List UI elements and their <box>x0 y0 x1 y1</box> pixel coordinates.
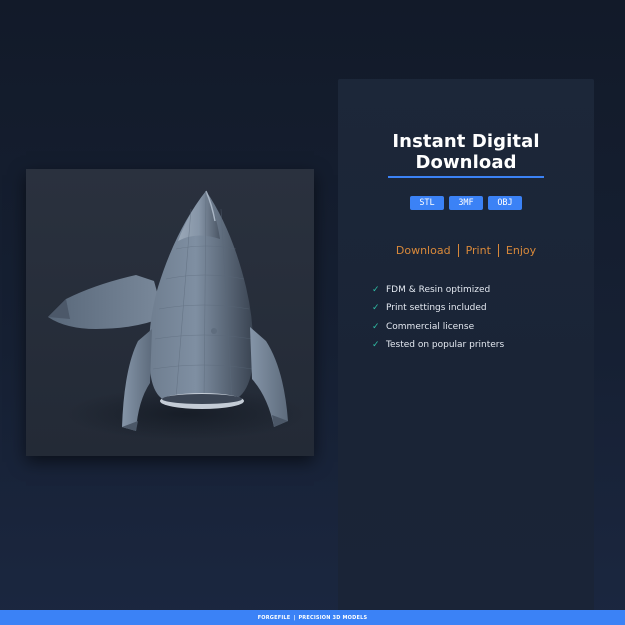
tagline-download: Download <box>395 244 451 257</box>
footer-bar: FORGEFILE | PRECISION 3D MODELS <box>0 610 625 625</box>
format-badge-obj: OBJ <box>488 196 522 210</box>
feature-list: ✓ FDM & Resin optimized ✓ Print settings… <box>372 281 504 354</box>
tagline-divider <box>497 244 499 257</box>
tagline: Download Print Enjoy <box>338 244 594 257</box>
title-line-2: Download <box>415 152 517 173</box>
footer-separator: | <box>293 614 296 621</box>
title-line-1: Instant Digital <box>392 131 540 152</box>
footer-tagline: PRECISION 3D MODELS <box>298 614 368 621</box>
check-icon: ✓ <box>372 303 380 314</box>
file-format-badges: STL 3MF OBJ <box>338 196 594 210</box>
tagline-divider <box>457 244 459 257</box>
feature-label: Print settings included <box>386 303 487 314</box>
tagline-print: Print <box>465 244 491 257</box>
feature-label: Tested on popular printers <box>386 340 505 351</box>
check-icon: ✓ <box>372 285 380 296</box>
title-underline <box>388 176 544 178</box>
format-badge-stl: STL <box>410 196 444 210</box>
rocket-model-render <box>48 190 306 440</box>
feature-item: ✓ Commercial license <box>372 318 504 336</box>
feature-label: FDM & Resin optimized <box>386 285 491 296</box>
check-icon: ✓ <box>372 321 380 332</box>
product-image <box>26 169 314 456</box>
download-info-card: Instant Digital Download STL 3MF OBJ Dow… <box>338 79 594 610</box>
footer-brand: FORGEFILE <box>257 614 291 621</box>
feature-item: ✓ FDM & Resin optimized <box>372 281 504 299</box>
card-title: Instant Digital Download <box>338 131 594 173</box>
feature-item: ✓ Tested on popular printers <box>372 336 504 354</box>
feature-label: Commercial license <box>386 321 475 332</box>
check-icon: ✓ <box>372 340 380 351</box>
tagline-enjoy: Enjoy <box>505 244 537 257</box>
format-badge-3mf: 3MF <box>449 196 483 210</box>
feature-item: ✓ Print settings included <box>372 299 504 317</box>
